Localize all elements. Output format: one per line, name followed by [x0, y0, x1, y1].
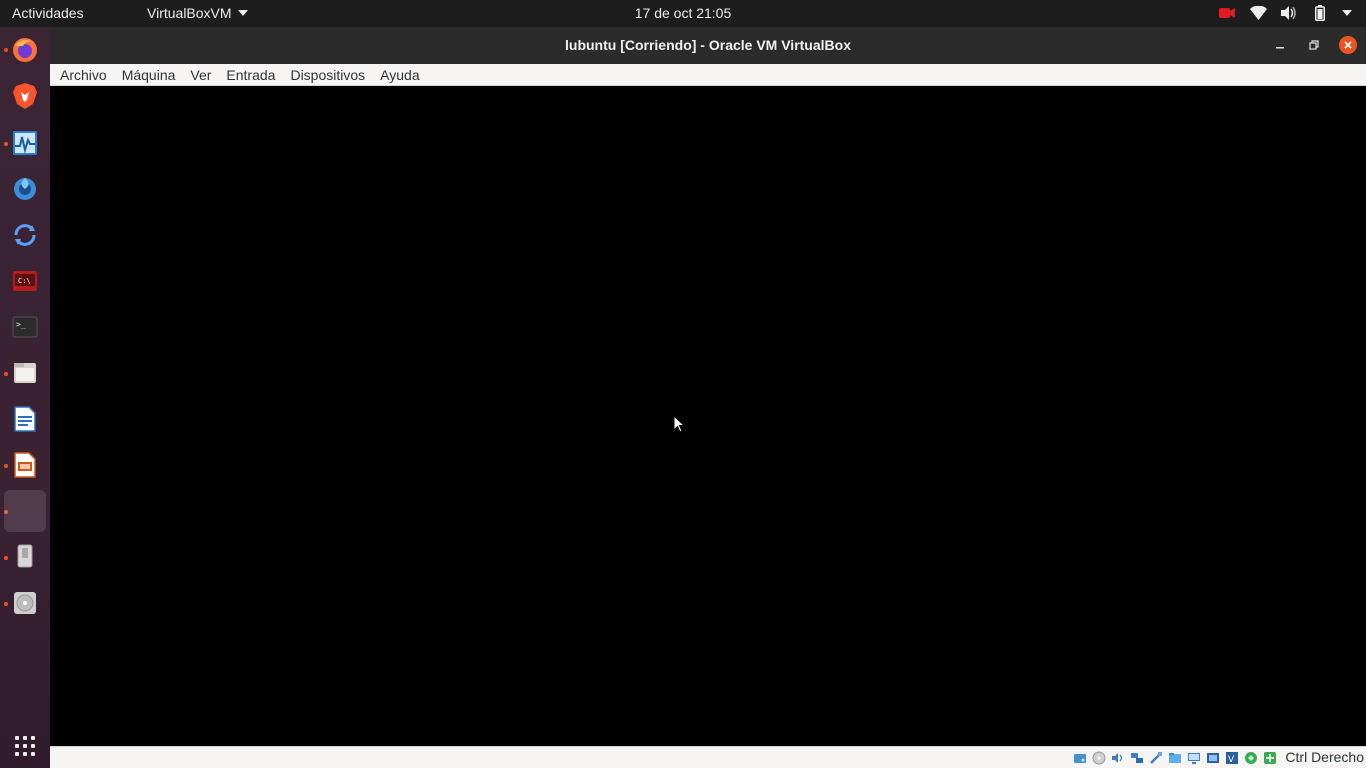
system-menu-chevron-icon[interactable] — [1342, 10, 1352, 16]
camera-record-icon[interactable] — [1218, 4, 1236, 22]
optical-disc-icon[interactable] — [1091, 750, 1107, 766]
impress-icon — [14, 452, 36, 478]
dock-item-usb-drive[interactable] — [4, 536, 46, 578]
menu-bar: Archivo Máquina Ver Entrada Dispositivos… — [50, 64, 1366, 86]
svg-text:>_: >_ — [16, 320, 26, 329]
writer-icon — [14, 406, 36, 432]
dock-item-virtualbox-vm[interactable] — [4, 490, 46, 532]
audio-icon[interactable] — [1110, 750, 1126, 766]
host-key-label: Ctrl Derecho — [1285, 749, 1364, 765]
files-icon — [14, 363, 36, 383]
system-tray[interactable] — [1218, 4, 1352, 22]
dock-item-writer[interactable] — [4, 398, 46, 440]
menu-ver[interactable]: Ver — [190, 67, 211, 83]
dock-item-virtualbox-machine[interactable]: C:\ — [4, 260, 46, 302]
dock-item-sync[interactable] — [4, 214, 46, 256]
menu-entrada[interactable]: Entrada — [226, 67, 275, 83]
minimize-icon — [1276, 47, 1284, 49]
show-applications-icon[interactable] — [15, 736, 35, 756]
dock-item-firefox[interactable] — [4, 29, 46, 71]
keyboard-icon[interactable] — [1262, 750, 1278, 766]
menu-dispositivos[interactable]: Dispositivos — [290, 67, 365, 83]
virtualization-icon[interactable]: V — [1224, 750, 1240, 766]
usb-drive-icon — [17, 544, 33, 568]
dock-item-impress[interactable] — [4, 444, 46, 486]
close-icon — [1344, 41, 1352, 49]
activities-button[interactable]: Actividades — [12, 5, 84, 21]
vm-display[interactable] — [50, 86, 1366, 746]
battery-icon[interactable] — [1311, 4, 1329, 22]
maximize-button[interactable] — [1305, 36, 1323, 54]
brave-icon — [13, 83, 37, 109]
wifi-icon[interactable] — [1249, 4, 1267, 22]
window-title: lubuntu [Corriendo] - Oracle VM VirtualB… — [565, 37, 851, 53]
window-titlebar[interactable]: lubuntu [Corriendo] - Oracle VM VirtualB… — [50, 27, 1366, 64]
dock-item-brave[interactable] — [4, 75, 46, 117]
device-status-icons: V — [1072, 750, 1278, 766]
network-icon[interactable] — [1129, 750, 1145, 766]
status-bar: V Ctrl Derecho — [50, 746, 1366, 768]
sync-icon — [14, 224, 36, 246]
terminal-icon: >_ — [12, 316, 38, 338]
system-monitor-icon — [13, 131, 37, 155]
screenshot-icon — [14, 178, 36, 200]
hard-disk-icon[interactable] — [1072, 750, 1088, 766]
app-menu[interactable]: VirtualBoxVM — [147, 5, 248, 21]
mouse-integration-icon[interactable] — [1243, 750, 1259, 766]
restore-icon — [1309, 40, 1319, 50]
top-bar: Actividades VirtualBoxVM 17 de oct 21:05 — [0, 0, 1366, 27]
virtualbox-machine-icon: C:\ — [13, 271, 37, 291]
mouse-cursor-icon — [673, 415, 685, 433]
svg-text:C:\: C:\ — [18, 277, 31, 285]
dock-item-screenshot[interactable] — [4, 168, 46, 210]
display-icon[interactable] — [1186, 750, 1202, 766]
close-button[interactable] — [1339, 36, 1357, 54]
menu-maquina[interactable]: Máquina — [122, 67, 176, 83]
video-capture-icon[interactable] — [1205, 750, 1221, 766]
svg-text:V: V — [1228, 755, 1235, 765]
disc-icon — [14, 592, 36, 614]
usb-icon[interactable] — [1148, 750, 1164, 766]
app-menu-label: VirtualBoxVM — [147, 5, 232, 21]
dock-item-terminal[interactable]: >_ — [4, 306, 46, 348]
volume-icon[interactable] — [1280, 4, 1298, 22]
menu-archivo[interactable]: Archivo — [60, 67, 107, 83]
virtualbox-window: lubuntu [Corriendo] - Oracle VM VirtualB… — [50, 27, 1366, 768]
dock-item-disc[interactable] — [4, 582, 46, 624]
menu-ayuda[interactable]: Ayuda — [380, 67, 419, 83]
app-menu-chevron-down-icon — [237, 10, 248, 16]
minimize-button[interactable] — [1271, 36, 1289, 54]
firefox-icon — [13, 38, 37, 62]
dock-item-system-monitor[interactable] — [4, 122, 46, 164]
dock: C:\ >_ — [0, 27, 50, 768]
clock[interactable]: 17 de oct 21:05 — [635, 5, 732, 21]
shared-folders-icon[interactable] — [1167, 750, 1183, 766]
dock-item-files[interactable] — [4, 352, 46, 394]
